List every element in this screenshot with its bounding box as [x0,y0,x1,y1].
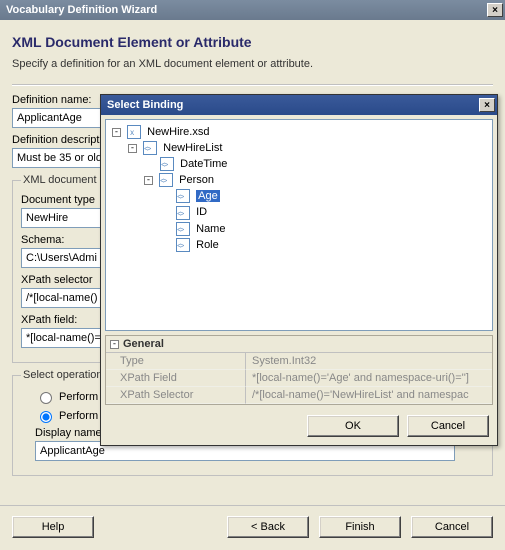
tree-role[interactable]: Role [196,239,219,251]
schema-tree[interactable]: - NewHire.xsd - NewHireList [105,119,493,331]
xml-document-group-label: XML document i [21,174,104,186]
help-button[interactable]: Help [12,516,94,538]
tree-name[interactable]: Name [196,223,225,235]
element-icon [176,238,190,252]
element-icon [143,141,157,155]
prop-xpathselector-value: /*[local-name()='NewHireList' and namesp… [246,387,492,404]
back-button[interactable]: < Back [227,516,309,538]
prop-xpathfield-key: XPath Field [106,370,246,387]
perform-get-radio[interactable] [40,411,52,423]
prop-type-key: Type [106,353,246,370]
element-icon [176,222,190,236]
page-header: XML Document Element or Attribute [12,34,493,50]
prop-xpathfield-value: *[local-name()='Age' and namespace-uri()… [246,370,492,387]
close-icon[interactable]: × [487,3,503,17]
prop-header-label: General [123,338,164,350]
finish-button[interactable]: Finish [319,516,401,538]
tree-newhirelist[interactable]: NewHireList [163,142,222,154]
divider [12,84,493,86]
tree-collapse-icon[interactable]: - [144,176,153,185]
prop-type-value: System.Int32 [246,353,492,370]
binding-cancel-button[interactable]: Cancel [407,415,489,437]
element-icon [176,206,190,220]
tree-collapse-icon[interactable]: - [128,144,137,153]
element-icon [176,189,190,203]
select-binding-dialog: Select Binding × - NewHire.xsd - NewHire… [100,94,498,446]
element-icon [160,157,174,171]
perform-set-radio[interactable] [40,392,52,404]
tree-age[interactable]: Age [196,190,220,202]
tree-person[interactable]: Person [179,174,214,186]
element-icon [159,173,173,187]
property-grid: - General Type System.Int32 XPath Field … [105,335,493,405]
prop-xpathselector-key: XPath Selector [106,387,246,404]
prop-collapse-icon[interactable]: - [110,340,119,349]
tree-datetime[interactable]: DateTime [180,158,227,170]
binding-button-row: OK Cancel [101,409,497,445]
xsd-file-icon [127,125,141,139]
binding-close-icon[interactable]: × [479,98,495,112]
tree-collapse-icon[interactable]: - [112,128,121,137]
tree-id[interactable]: ID [196,207,207,219]
wizard-titlebar: Vocabulary Definition Wizard × [0,0,505,20]
select-operation-label: Select operation [21,369,105,381]
wizard-button-row: Help < Back Finish Cancel [0,505,505,550]
ok-button[interactable]: OK [307,415,399,437]
page-description: Specify a definition for an XML document… [12,58,493,70]
binding-titlebar: Select Binding × [101,95,497,115]
wizard-title: Vocabulary Definition Wizard [6,4,157,16]
cancel-button[interactable]: Cancel [411,516,493,538]
binding-title: Select Binding [107,99,183,111]
tree-root[interactable]: NewHire.xsd [147,126,209,138]
